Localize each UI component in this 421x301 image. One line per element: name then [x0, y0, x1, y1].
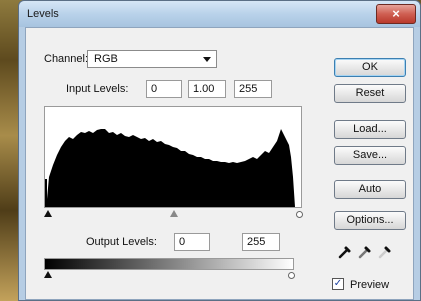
white-point-eyedropper-icon[interactable] [378, 245, 392, 259]
titlebar[interactable]: Levels × [19, 1, 420, 27]
preview-checkbox[interactable]: ✓ [332, 278, 344, 290]
output-levels-label: Output Levels: [86, 236, 157, 248]
output-black-slider[interactable] [44, 271, 52, 278]
reset-button[interactable]: Reset [334, 84, 406, 103]
checkmark-icon: ✓ [333, 278, 343, 289]
histogram-graph [45, 129, 295, 207]
preview-label: Preview [350, 279, 390, 291]
histogram [44, 106, 302, 208]
input-black-point-slider[interactable] [44, 210, 52, 217]
gray-point-eyedropper-icon[interactable] [358, 245, 372, 259]
window-title: Levels [27, 8, 59, 20]
input-gamma-field[interactable]: 1.00 [188, 80, 226, 98]
close-button[interactable]: × [376, 4, 416, 24]
dialog-body: Channel: RGB Input Levels: 0 1.00 255 Ou… [25, 27, 414, 300]
input-black-field[interactable]: 0 [146, 80, 182, 98]
channel-label: Channel: [44, 53, 89, 65]
save-button[interactable]: Save... [334, 146, 406, 165]
black-point-eyedropper-icon[interactable] [338, 245, 352, 259]
auto-button[interactable]: Auto [334, 180, 406, 199]
levels-dialog: Levels × Channel: RGB Input Levels: 0 1.… [18, 0, 421, 301]
options-button[interactable]: Options... [334, 211, 406, 230]
output-white-slider[interactable] [288, 272, 295, 279]
output-black-field[interactable]: 0 [174, 233, 210, 251]
channel-value: RGB [94, 53, 118, 65]
ok-button[interactable]: OK [334, 58, 406, 77]
input-white-point-slider[interactable] [296, 211, 303, 218]
input-levels-label: Input Levels: [66, 83, 129, 95]
input-gamma-slider[interactable] [170, 210, 178, 217]
output-gradient-bar [44, 258, 294, 270]
load-button[interactable]: Load... [334, 120, 406, 139]
output-white-field[interactable]: 255 [242, 233, 280, 251]
chevron-down-icon [203, 57, 211, 62]
channel-dropdown[interactable]: RGB [87, 50, 217, 68]
input-white-field[interactable]: 255 [234, 80, 272, 98]
